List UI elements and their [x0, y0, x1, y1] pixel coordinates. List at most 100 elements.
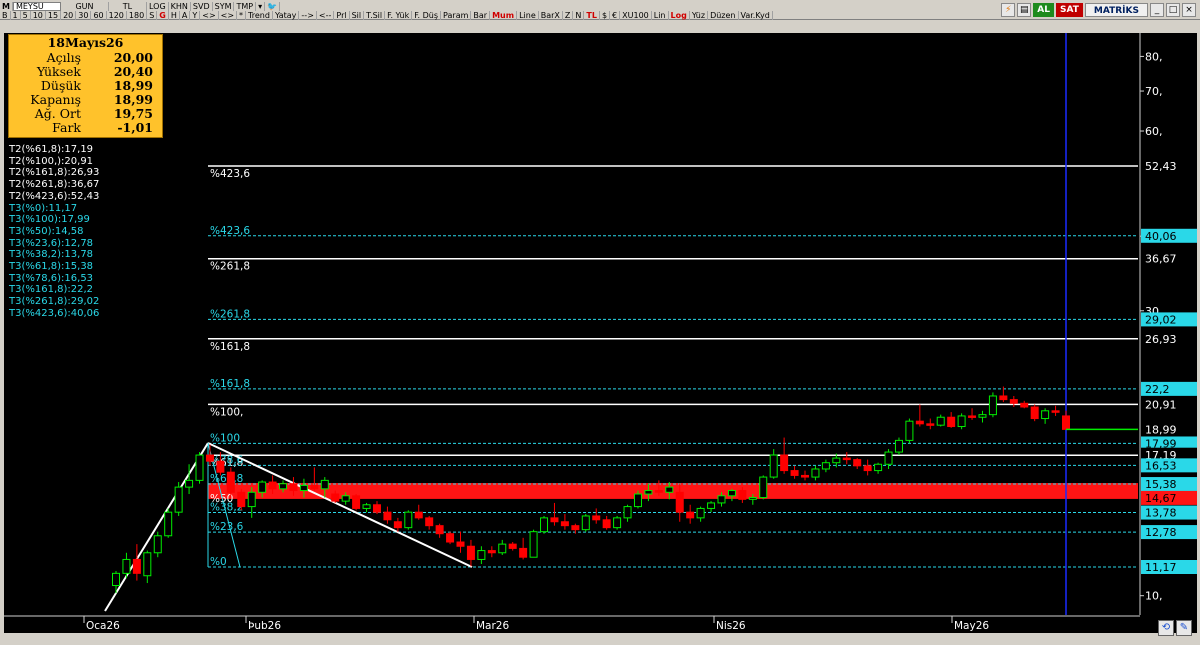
toolbar-btn-28[interactable]: Bar — [471, 10, 491, 20]
candle-body — [205, 454, 214, 462]
toolbar-btn-0[interactable]: B — [0, 10, 11, 20]
candle-body — [654, 490, 663, 493]
candle-body — [821, 462, 830, 470]
y-tick-label: 80, — [1145, 50, 1163, 63]
candle-body — [999, 395, 1008, 401]
x-tick-label: Þub26 — [248, 620, 281, 632]
toolbar-btn-41[interactable]: Düzen — [708, 10, 739, 20]
candle-body — [915, 420, 924, 425]
toolbar-btn-23[interactable]: Sil — [350, 10, 365, 20]
candle-body — [675, 491, 684, 513]
fib-tag: 36,67 — [1145, 253, 1177, 266]
toolbar-btn-4[interactable]: 15 — [46, 10, 62, 20]
toolbar-btn-20[interactable]: --> — [299, 10, 317, 20]
toolbar-btn-17[interactable]: * — [237, 10, 247, 20]
toolbar-btn-24[interactable]: T.Sil — [364, 10, 386, 20]
fib-level-label: %78,6 — [210, 454, 244, 466]
fib-list-item: T3(%161,8):22,2 — [9, 284, 94, 296]
info-row: Kapanış 18,99 — [9, 93, 162, 107]
toolbar-btn-32[interactable]: Z — [563, 10, 574, 20]
toolbar-btn-21[interactable]: <-- — [317, 10, 335, 20]
toolbar-btn-34[interactable]: TL — [584, 10, 600, 20]
toolbar-btn-27[interactable]: Param — [441, 10, 472, 20]
fib-list-item: T3(%38,2):13,78 — [9, 249, 94, 261]
candle-body — [560, 521, 569, 527]
flash-icon[interactable]: ⚡ — [1001, 3, 1016, 17]
candle-body — [372, 504, 381, 513]
refresh-icon[interactable]: ⟲ — [1158, 620, 1174, 636]
close-icon[interactable]: × — [1182, 3, 1196, 17]
candle-body — [571, 525, 580, 531]
toolbar-btn-40[interactable]: Yüz — [690, 10, 709, 20]
candle-body — [1030, 406, 1039, 420]
candle-body — [790, 470, 799, 476]
info-rows: Açılış 20,00 Yüksek 20,40 Düşük 18,99 Kapanış 1… — [9, 51, 162, 135]
candle-body — [247, 491, 256, 508]
toolbar-btn-36[interactable]: € — [610, 10, 621, 20]
toolbar-btn-5[interactable]: 20 — [61, 10, 77, 20]
toolbar-btn-31[interactable]: BarX — [539, 10, 563, 20]
buy-button[interactable]: AL — [1033, 3, 1054, 17]
toolbar-btn-25[interactable]: F. Yük — [385, 10, 413, 20]
toolbar-btn-13[interactable]: A — [180, 10, 191, 20]
candle-body — [894, 439, 903, 453]
toolbar-btn-18[interactable]: Trend — [246, 10, 273, 20]
toolbar-btn-42[interactable]: Var.Kyd — [739, 10, 773, 20]
candle-body — [863, 465, 872, 472]
fib-level-label: %100 — [210, 432, 240, 444]
price-chart[interactable]: 80,70,60,40,30,10,%423,652,43%423,640,06… — [4, 33, 1197, 633]
toolbar-btn-15[interactable]: <> — [200, 10, 219, 20]
fib-list-item: T3(%23,6):12,78 — [9, 237, 94, 249]
toolbar-btn-7[interactable]: 60 — [91, 10, 107, 20]
candle-body — [299, 484, 308, 492]
candle-body — [456, 541, 465, 547]
toolbar-btn-22[interactable]: Prl — [334, 10, 350, 20]
toolbar-btn-1[interactable]: 1 — [11, 10, 21, 20]
candle-body — [237, 491, 246, 508]
toolbar-btn-29[interactable]: Mum — [490, 10, 518, 20]
toolbar-btn-6[interactable]: 30 — [76, 10, 92, 20]
candle-body — [519, 547, 528, 558]
candle-body — [727, 490, 736, 497]
tools-icon[interactable]: ✎ — [1176, 620, 1192, 636]
info-label: Açılış — [46, 50, 81, 65]
fib-tag: 20,91 — [1145, 398, 1177, 411]
ohlc-info-box: 18Mayıs26 Açılış 20,00 Yüksek 20,40 Düşük 18,… — [8, 34, 163, 138]
maximize-icon[interactable]: □ — [1166, 3, 1180, 17]
candle-body — [988, 395, 997, 416]
toolbar-btn-37[interactable]: XU100 — [620, 10, 652, 20]
candle-body — [884, 451, 893, 465]
candle-body — [801, 474, 810, 478]
toolbar-btn-39[interactable]: Log — [669, 10, 690, 20]
toolbar-btn-9[interactable]: 180 — [127, 10, 148, 20]
toolbar-btn-8[interactable]: 120 — [107, 10, 127, 20]
toolbar-btn-16[interactable]: <> — [219, 10, 238, 20]
toolbar-btn-33[interactable]: N — [573, 10, 585, 20]
fib-level-label: %261,8 — [210, 261, 250, 273]
fib-tag: 26,93 — [1145, 333, 1177, 346]
toolbar-btn-14[interactable]: Y — [190, 10, 201, 20]
info-row: Düşük 18,99 — [9, 79, 162, 93]
toolbar-btn-11[interactable]: G — [157, 10, 169, 20]
matriks-button[interactable]: MATRİKS — [1084, 3, 1148, 17]
candle-body — [352, 495, 361, 509]
fib-list-item: T3(%423,6):40,06 — [9, 307, 100, 319]
fib-level-label: %161,8 — [210, 341, 250, 353]
y-tick-label: 10, — [1145, 590, 1163, 603]
toolbar-btn-19[interactable]: Yatay — [273, 10, 300, 20]
minimize-icon[interactable]: _ — [1150, 3, 1164, 17]
toolbar-btn-10[interactable]: S — [147, 10, 158, 20]
doc-icon[interactable]: ▤ — [1017, 3, 1032, 17]
toolbar-btn-30[interactable]: Line — [517, 10, 539, 20]
toolbar-btn-3[interactable]: 10 — [31, 10, 46, 20]
toolbar-btn-26[interactable]: F. Düş — [412, 10, 442, 20]
info-row: Fark -1,01 — [9, 121, 162, 135]
candle-body — [707, 502, 716, 509]
toolbar-btn-2[interactable]: 5 — [21, 10, 31, 20]
toolbar-btn-12[interactable]: H — [169, 10, 180, 20]
toolbar-btn-35[interactable]: $ — [600, 10, 611, 20]
toolbar-btn-38[interactable]: Lin — [652, 10, 669, 20]
candle-body — [362, 504, 371, 509]
sell-button[interactable]: SAT — [1056, 3, 1083, 17]
y-tick-label: 70, — [1145, 85, 1163, 98]
